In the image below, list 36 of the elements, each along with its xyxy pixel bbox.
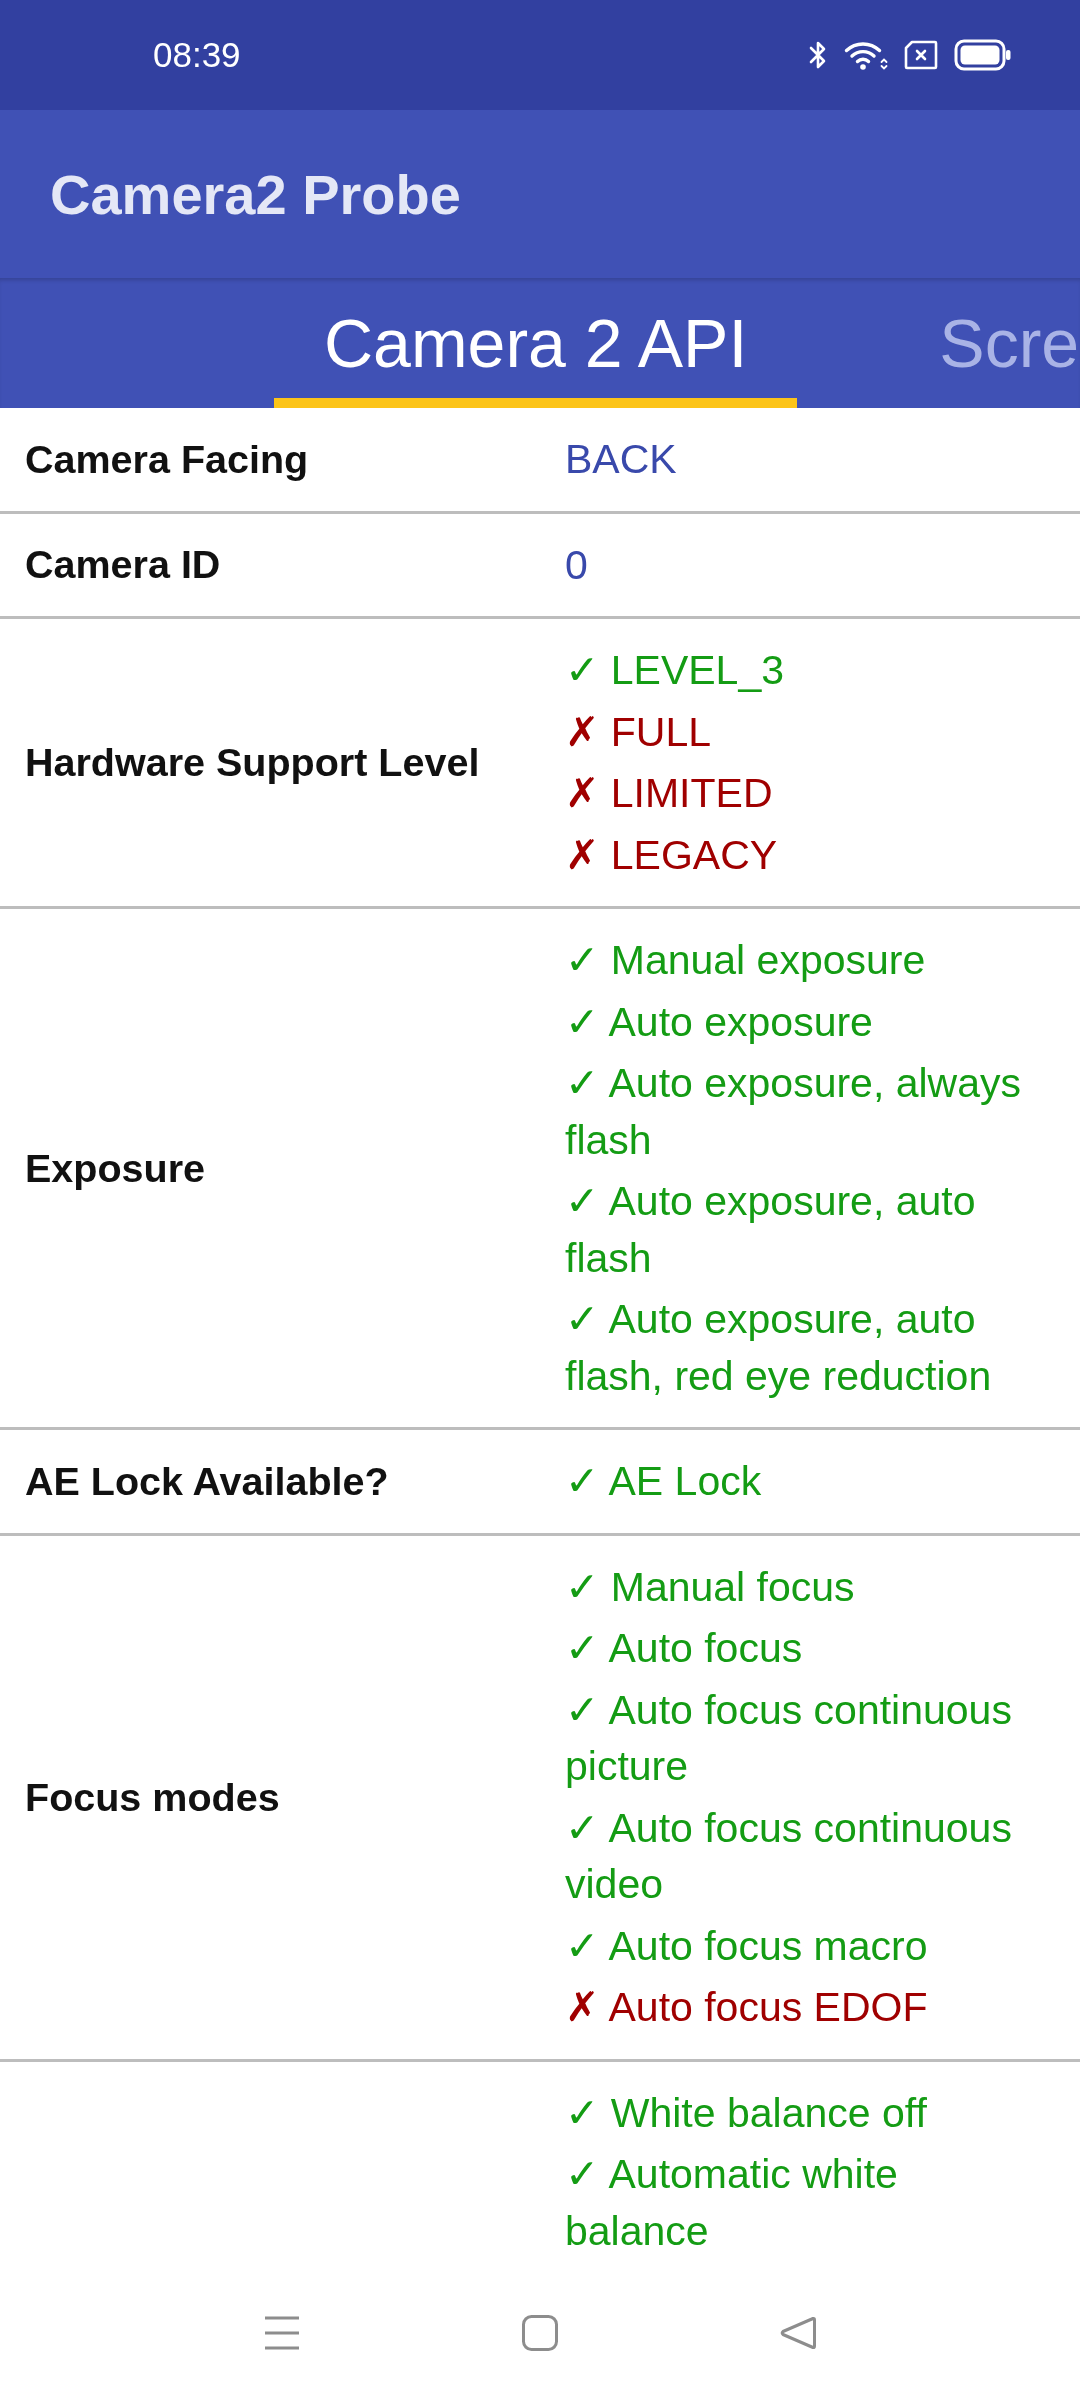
feature-item: ✗ LIMITED <box>565 768 773 819</box>
clock-time: 08:39 <box>153 35 241 75</box>
property-value: BACK <box>565 435 677 484</box>
feature-item: ✓ Auto exposure, always flash <box>565 1058 1022 1165</box>
battery-icon <box>954 39 1012 71</box>
property-label: Exposure <box>25 1145 205 1190</box>
property-label: Hardware Support Level <box>25 740 480 784</box>
property-label: Camera ID <box>25 542 221 587</box>
no-sim-icon <box>904 40 938 70</box>
property-value: 0 <box>565 540 588 590</box>
tab[interactable]: Camera 2 API <box>274 278 798 408</box>
property-label: Camera Facing <box>25 436 309 481</box>
feature-item: ✓ Auto focus continuous picture <box>565 1684 1013 1791</box>
feature-item: ✓ Auto focus macro <box>565 1920 928 1972</box>
menu-icon[interactable] <box>264 2315 300 2351</box>
property-label: AE Lock Available? <box>25 1458 389 1503</box>
wifi-icon <box>844 39 888 71</box>
feature-item: ✓ Auto exposure <box>565 996 873 1048</box>
feature-item: ✓ Auto focus continuous video <box>565 1802 1013 1909</box>
back-icon[interactable] <box>780 2315 816 2351</box>
feature-item: ✓ Auto focus <box>565 1623 803 1674</box>
square-icon[interactable] <box>522 2315 558 2351</box>
feature-item: ✓ Automatic white balance <box>565 2149 899 2256</box>
property-label: Focus modes <box>25 1774 280 1819</box>
feature-item: ✓ Manual focus <box>565 1561 855 1613</box>
feature-item: ✗ LEGACY <box>565 829 778 881</box>
feature-item: ✓ LEVEL_3 <box>565 645 784 696</box>
bluetooth-icon <box>808 39 828 71</box>
feature-item: ✓ Manual exposure <box>565 935 926 986</box>
feature-item: ✓ Auto exposure, auto flash, red eye reduction <box>565 1294 993 1401</box>
feature-item: ✗ Auto focus EDOF <box>565 1982 928 2033</box>
feature-item: ✓ White balance off <box>565 2087 927 2139</box>
feature-item: ✓ Auto exposure, auto flash <box>565 1176 977 1283</box>
app-title: Camera2 Probe <box>50 161 461 227</box>
feature-item: ✓ AE Lock <box>565 1456 762 1507</box>
feature-item: ✗ FULL <box>565 706 711 758</box>
